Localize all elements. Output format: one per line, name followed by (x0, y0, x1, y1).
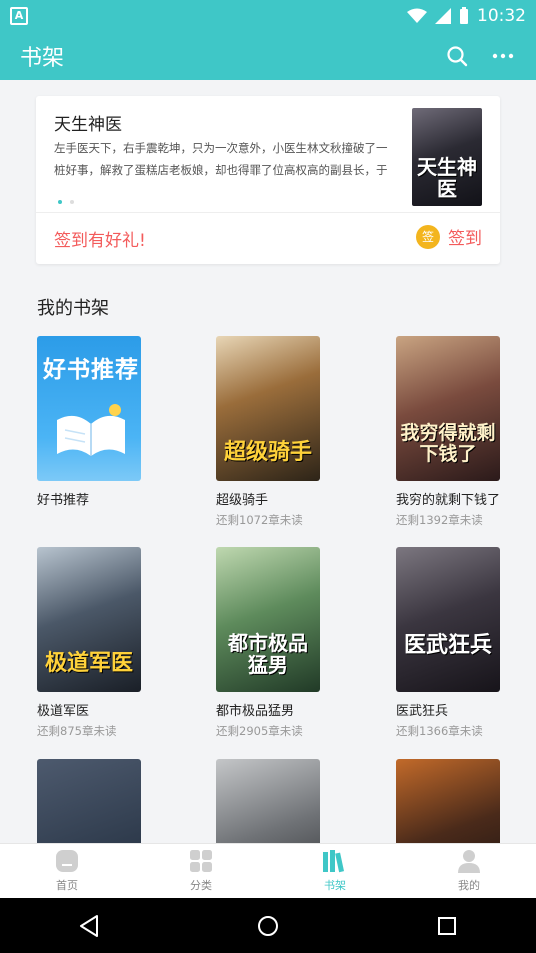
book-cover-text: 都市极品猛男 (228, 631, 308, 677)
book-cover-text: 超级骑手 (223, 440, 312, 465)
category-icon (190, 850, 212, 872)
tab-profile[interactable]: 我的 (402, 844, 536, 898)
tab-category[interactable]: 分类 (134, 844, 268, 898)
app-bar: 书架 (0, 32, 536, 80)
book-cover[interactable]: 超级骑手 (216, 336, 320, 481)
tab-label: 我的 (458, 879, 480, 892)
carousel-dot-active (58, 200, 62, 204)
search-icon (447, 46, 468, 67)
signin-badge-icon: 签 (416, 224, 440, 249)
book-progress: 还剩875章未读 (37, 724, 117, 738)
signin-label: 签到 (448, 229, 482, 249)
tab-label: 分类 (190, 879, 212, 892)
status-bar: A 10:32 (0, 0, 536, 32)
featured-book-title: 天生神医 (54, 115, 122, 135)
home-icon (56, 850, 78, 872)
more-icon (492, 53, 514, 59)
page-title: 书架 (20, 46, 65, 71)
book-item[interactable]: 我穷得就剩下钱了 我穷的就剩下钱了 还剩1392章未读 (396, 336, 516, 528)
recommend-cover-text: 好书推荐 (43, 357, 139, 383)
bookshelf-icon (323, 850, 345, 873)
book-item[interactable]: 极道军医 极道军医 还剩875章未读 (37, 547, 157, 739)
book-item[interactable]: 都市极品猛男 都市极品猛男 还剩2905章未读 (216, 547, 336, 739)
featured-book-description: 左手医天下，右手震乾坤，只为一次意外，小医生林文秋撞破了一桩好事，解救了蛋糕店老… (54, 141, 388, 177)
app-notification-icon: A (10, 7, 28, 25)
featured-cover-text: 天生神医 (417, 155, 477, 201)
book-title: 我穷的就剩下钱了 (396, 493, 501, 508)
book-item[interactable]: 医武狂兵 医武狂兵 还剩1366章未读 (396, 547, 516, 739)
book-title: 极道军医 (37, 704, 90, 719)
book-progress: 还剩2905章未读 (216, 724, 303, 738)
tab-bookshelf[interactable]: 书架 (268, 844, 402, 898)
book-cover-text: 极道军医 (44, 651, 133, 676)
bottom-tab-bar: 首页 分类 书架 我的 (0, 843, 536, 898)
book-cover[interactable]: 好书推荐 (37, 336, 141, 481)
book-item-recommend[interactable]: 好书推荐 好书推荐 (37, 336, 157, 508)
tab-label: 首页 (56, 879, 78, 892)
book-cover-text: 医武狂兵 (403, 633, 492, 658)
signin-button[interactable]: 签 签到 (416, 224, 482, 249)
book-title: 医武狂兵 (396, 704, 449, 719)
card-divider (36, 212, 500, 213)
wifi-icon (407, 8, 427, 23)
status-time: 10:32 (477, 6, 526, 26)
search-button[interactable] (444, 43, 470, 69)
book-title: 好书推荐 (37, 493, 90, 508)
book-cover-text: 我穷得就剩下钱了 (400, 422, 496, 465)
more-options-button[interactable] (490, 43, 516, 69)
profile-icon (458, 850, 480, 873)
battery-icon (460, 7, 468, 24)
status-indicators: 10:32 (407, 6, 526, 26)
book-cover[interactable]: 极道军医 (37, 547, 141, 692)
back-icon (80, 914, 99, 937)
system-navigation-bar (0, 898, 536, 953)
carousel-dot (70, 200, 74, 204)
signin-promo-text: 签到有好礼! (54, 231, 146, 251)
book-cover[interactable]: 我穷得就剩下钱了 (396, 336, 500, 481)
home-circle-icon (257, 915, 278, 936)
carousel-indicator (58, 200, 74, 204)
book-title: 都市极品猛男 (216, 704, 295, 719)
bookshelf-heading: 我的书架 (37, 298, 109, 319)
back-button[interactable] (69, 906, 109, 946)
book-title: 超级骑手 (216, 493, 269, 508)
tab-label: 书架 (324, 879, 346, 892)
recents-icon (437, 916, 456, 935)
book-progress: 还剩1366章未读 (396, 724, 483, 738)
featured-book-card[interactable]: 天生神医 左手医天下，右手震乾坤，只为一次意外，小医生林文秋撞破了一桩好事，解救… (36, 96, 500, 264)
open-book-icon (57, 404, 125, 456)
book-cover[interactable]: 都市极品猛男 (216, 547, 320, 692)
recents-button[interactable] (427, 906, 467, 946)
signal-icon (435, 8, 451, 24)
book-progress: 还剩1072章未读 (216, 513, 303, 527)
book-progress: 还剩1392章未读 (396, 513, 483, 527)
tab-home[interactable]: 首页 (0, 844, 134, 898)
book-cover[interactable]: 医武狂兵 (396, 547, 500, 692)
featured-book-cover[interactable]: 天生神医 (412, 108, 482, 206)
home-nav-button[interactable] (248, 906, 288, 946)
book-item[interactable]: 超级骑手 超级骑手 还剩1072章未读 (216, 336, 336, 528)
